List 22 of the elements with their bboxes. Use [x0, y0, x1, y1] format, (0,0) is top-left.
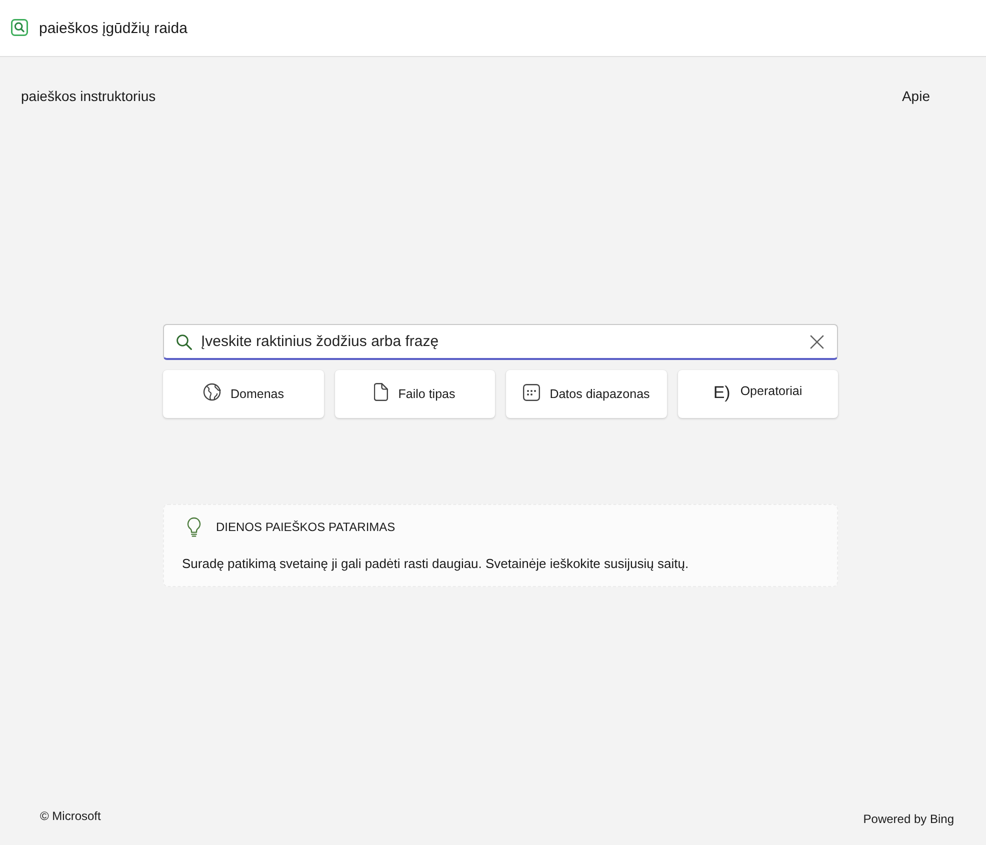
tip-heading: DIENOS PAIEŠKOS PATARIMAS [216, 520, 396, 534]
powered-by-text: Powered by Bing [863, 812, 954, 826]
lightbulb-icon [187, 517, 201, 537]
operators-icon: E) [713, 383, 730, 403]
about-link[interactable]: Apie [902, 86, 930, 106]
filter-button[interactable]: Datos diapazonas [506, 370, 666, 418]
calendar-icon [522, 384, 540, 400]
page-heading: paieškos instruktorius [21, 87, 156, 106]
filter-button[interactable]: E) Operatoriai [678, 370, 838, 418]
search-icon [176, 334, 192, 350]
document-icon [374, 383, 388, 401]
search-field[interactable]: Įveskite raktinius žodžius arba frazę [163, 324, 838, 360]
globe-icon [202, 383, 220, 401]
copyright-text: © Microsoft [40, 809, 101, 823]
app-title: paieškos įgūdžių raida [39, 20, 188, 36]
search-input[interactable]: Įveskite raktinius žodžius arba frazę [201, 332, 809, 352]
clear-button[interactable] [809, 334, 825, 350]
tip-text: Suradę patikimą svetainę ji gali padėti rasti daugiau. Svetainėje ieškokite susijusių saitų. [182, 556, 690, 571]
filter-button[interactable]: Domenas [163, 370, 324, 418]
filter-button[interactable]: Failo tipas [334, 370, 495, 418]
close-icon [810, 334, 824, 348]
search-icon [11, 18, 28, 36]
